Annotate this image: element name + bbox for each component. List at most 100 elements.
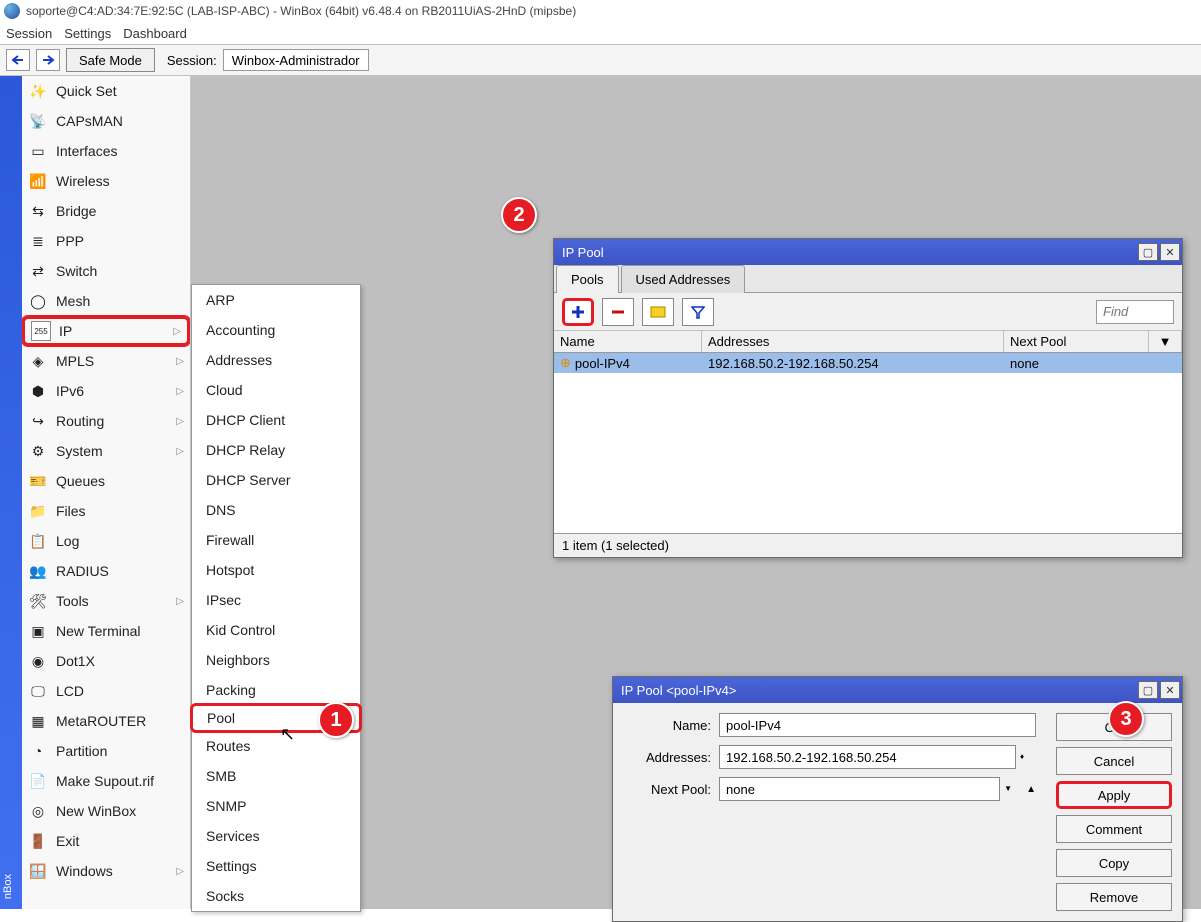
tab-used-addresses[interactable]: Used Addresses [621,265,746,293]
addresses-label: Addresses: [623,750,711,765]
sidebar-item-exit[interactable]: 🚪Exit [22,826,190,856]
sidebar-item-files[interactable]: 📁Files [22,496,190,526]
sidebar-item-bridge[interactable]: ⇆Bridge [22,196,190,226]
sidebar-item-mesh[interactable]: ◯Mesh [22,286,190,316]
redo-button[interactable] [36,49,60,71]
add-button[interactable] [562,298,594,326]
tab-pools[interactable]: Pools [556,265,619,293]
remove-button[interactable]: Remove [1056,883,1172,911]
bridge-icon: ⇆ [28,201,48,221]
sidebar-item-make-supout-rif[interactable]: 📄Make Supout.rif [22,766,190,796]
menu-dashboard[interactable]: Dashboard [123,26,187,41]
sidebar-item-ip[interactable]: 255IP▷ [22,316,190,346]
ip-icon: 255 [31,321,51,341]
submenu-item-settings[interactable]: Settings [192,851,360,881]
sidebar-item-system[interactable]: ⚙System▷ [22,436,190,466]
submenu-item-dhcp-relay[interactable]: DHCP Relay [192,435,360,465]
submenu-item-neighbors[interactable]: Neighbors [192,645,360,675]
sidebar-item-ipv6[interactable]: ⬢IPv6▷ [22,376,190,406]
sidebar-item-quick-set[interactable]: ✨Quick Set [22,76,190,106]
sidebar-item-label: RADIUS [56,563,109,579]
submenu-item-dhcp-client[interactable]: DHCP Client [192,405,360,435]
sidebar-item-new-terminal[interactable]: ▣New Terminal [22,616,190,646]
menu-session[interactable]: Session [6,26,52,41]
undo-button[interactable] [6,49,30,71]
window-title: soporte@C4:AD:34:7E:92:5C (LAB-ISP-ABC) … [26,4,576,18]
addresses-spinner[interactable]: ♦ [1020,753,1036,761]
chevron-right-icon: ▷ [176,416,184,427]
close-icon[interactable]: ✕ [1160,681,1180,699]
ip-pool-titlebar[interactable]: IP Pool ▢ ✕ [554,239,1182,265]
find-input[interactable] [1096,300,1174,324]
metarouter-icon: ▦ [28,711,48,731]
system-icon: ⚙ [28,441,48,461]
sidebar-item-capsman[interactable]: 📡CAPsMAN [22,106,190,136]
name-field[interactable] [719,713,1036,737]
minimize-icon[interactable]: ▢ [1138,681,1158,699]
sidebar-item-interfaces[interactable]: ▭Interfaces [22,136,190,166]
apply-button[interactable]: Apply [1056,781,1172,809]
sidebar-item-new-winbox[interactable]: ◎New WinBox [22,796,190,826]
sidebar-item-label: MetaROUTER [56,713,146,729]
chevron-up-icon[interactable]: ▲ [1026,784,1036,795]
next-pool-dropdown-icon[interactable]: ▼ [1004,785,1020,793]
minimize-icon[interactable]: ▢ [1138,243,1158,261]
cell-next: none [1004,356,1149,371]
table-row[interactable]: ⊕pool-IPv4 192.168.50.2-192.168.50.254 n… [554,353,1182,373]
filter-button[interactable] [682,298,714,326]
toolbar: Safe Mode Session: Winbox-Administrador [0,44,1201,76]
submenu-item-dns[interactable]: DNS [192,495,360,525]
col-dropdown[interactable]: ▼ [1149,331,1182,352]
terminal-icon: ▣ [28,621,48,641]
sidebar-item-label: Log [56,533,79,549]
submenu-item-smb[interactable]: SMB [192,761,360,791]
menu-settings[interactable]: Settings [64,26,111,41]
submenu-item-snmp[interactable]: SNMP [192,791,360,821]
sidebar-item-radius[interactable]: 👥RADIUS [22,556,190,586]
sidebar-item-wireless[interactable]: 📶Wireless [22,166,190,196]
comment-button[interactable] [642,298,674,326]
submenu-item-services[interactable]: Services [192,821,360,851]
submenu-item-ipsec[interactable]: IPsec [192,585,360,615]
remove-button[interactable] [602,298,634,326]
submenu-item-packing[interactable]: Packing [192,675,360,705]
pool-toolbar [554,293,1182,331]
sidebar-item-routing[interactable]: ↪Routing▷ [22,406,190,436]
submenu-item-accounting[interactable]: Accounting [192,315,360,345]
edit-titlebar[interactable]: IP Pool <pool-IPv4> ▢ ✕ [613,677,1182,703]
copy-button[interactable]: Copy [1056,849,1172,877]
submenu-item-arp[interactable]: ARP [192,285,360,315]
submenu-item-socks[interactable]: Socks [192,881,360,911]
sidebar-item-lcd[interactable]: 🖵LCD [22,676,190,706]
submenu-item-firewall[interactable]: Firewall [192,525,360,555]
sidebar-item-dot1x[interactable]: ◉Dot1X [22,646,190,676]
col-addresses[interactable]: Addresses [702,331,1004,352]
sidebar-item-partition[interactable]: ◔Partition [22,736,190,766]
close-icon[interactable]: ✕ [1160,243,1180,261]
sidebar-item-windows[interactable]: 🪟Windows▷ [22,856,190,886]
sidebar-item-label: Quick Set [56,83,117,99]
sidebar-item-mpls[interactable]: ◈MPLS▷ [22,346,190,376]
comment-button[interactable]: Comment [1056,815,1172,843]
sidebar-item-label: CAPsMAN [56,113,123,129]
submenu-item-cloud[interactable]: Cloud [192,375,360,405]
chevron-right-icon: ▷ [176,386,184,397]
cancel-button[interactable]: Cancel [1056,747,1172,775]
submenu-item-dhcp-server[interactable]: DHCP Server [192,465,360,495]
col-name[interactable]: Name [554,331,702,352]
submenu-item-addresses[interactable]: Addresses [192,345,360,375]
ip-pool-edit-window: IP Pool <pool-IPv4> ▢ ✕ Name: Addresses:… [612,676,1183,922]
sidebar-item-metarouter[interactable]: ▦ MetaROUTER [22,706,190,736]
submenu-item-hotspot[interactable]: Hotspot [192,555,360,585]
sidebar-item-queues[interactable]: 🎫Queues [22,466,190,496]
sidebar-item-tools[interactable]: 🛠Tools▷ [22,586,190,616]
sidebar-item-log[interactable]: 📋Log [22,526,190,556]
sidebar-item-switch[interactable]: ⇄Switch [22,256,190,286]
sidebar-strip-text: nBox [2,874,14,899]
addresses-field[interactable] [719,745,1016,769]
submenu-item-kid-control[interactable]: Kid Control [192,615,360,645]
col-next-pool[interactable]: Next Pool [1004,331,1149,352]
next-pool-field[interactable] [719,777,1000,801]
safemode-button[interactable]: Safe Mode [66,48,155,72]
sidebar-item-ppp[interactable]: ≣PPP [22,226,190,256]
